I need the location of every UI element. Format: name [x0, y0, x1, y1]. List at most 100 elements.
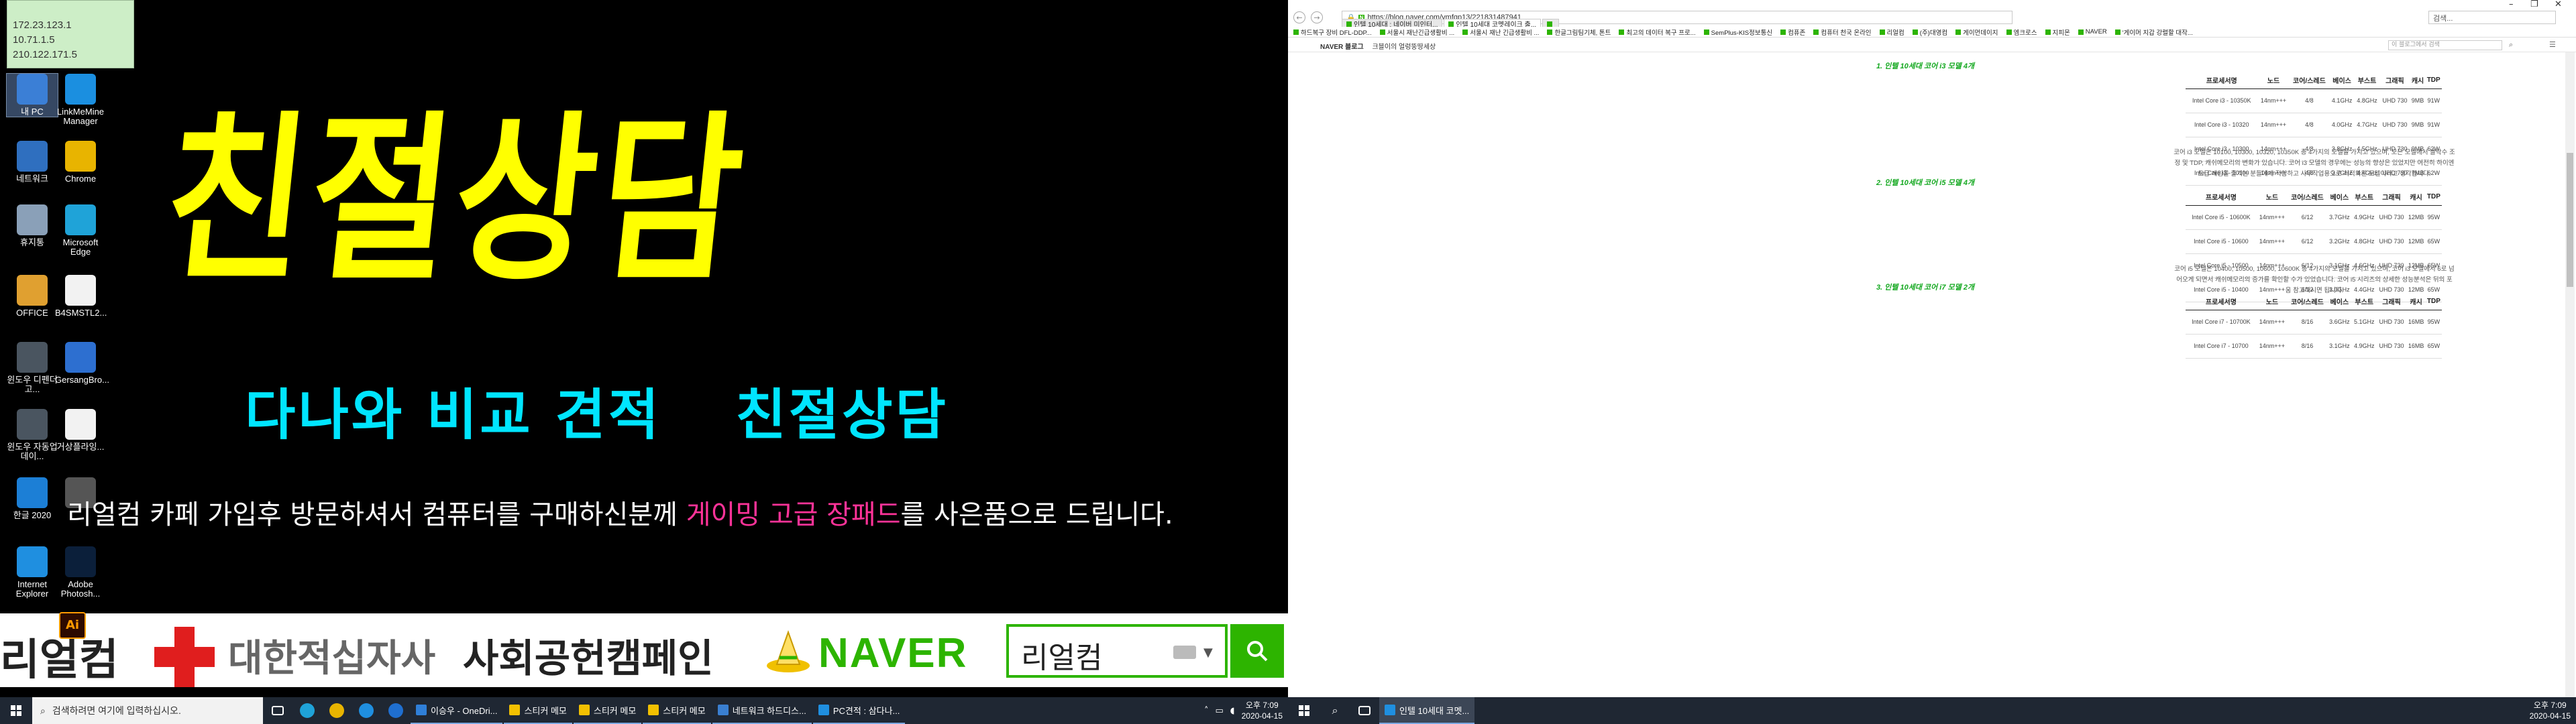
minimize-icon[interactable]: –	[2509, 0, 2514, 9]
table-cell: 16MB	[2406, 334, 2426, 359]
scrollbar-thumb[interactable]	[2567, 153, 2573, 287]
chrome-icon[interactable]	[322, 697, 352, 724]
dropdown-arrow-icon[interactable]: ▼	[1203, 646, 1213, 660]
blog-search-input[interactable]: 이 블로그에서 검색	[2388, 40, 2502, 50]
windows-icon	[11, 705, 21, 716]
desktop-icon[interactable]: 휴지통	[7, 204, 58, 247]
bookmark-item[interactable]: 지피몬	[2045, 27, 2070, 37]
red-cross-icon	[154, 627, 215, 687]
task-view-icon[interactable]	[263, 697, 292, 724]
naver-search-input[interactable]: 리얼컴 ▼	[1006, 624, 1228, 678]
bookmark-item[interactable]: 최고의 데이터 복구 프로...	[1619, 27, 1696, 37]
desktop-icon[interactable]: 윈도우 디펜더 고...	[7, 342, 58, 394]
chevron-up-icon[interactable]: ˄	[1204, 706, 1209, 716]
bookmark-item[interactable]: (주)대영컴	[1912, 27, 1947, 37]
desktop-icon[interactable]: 윈도우 자동업데이...	[7, 409, 58, 461]
bookmark-label: 서울시 재난긴급생활비 ...	[1387, 29, 1455, 37]
column-header: 캐시	[2406, 294, 2426, 310]
bookmark-item[interactable]: 한글그림팀기체, 톤트	[1547, 27, 1611, 37]
volume-icon[interactable]: ◖	[1230, 706, 1235, 716]
task-view-icon[interactable]	[1350, 697, 1379, 724]
scrollbar[interactable]	[2565, 52, 2575, 697]
clock[interactable]: 오후 7:09 2020-04-15	[2530, 700, 2571, 721]
taskbar-task[interactable]: 스티커 메모	[504, 697, 572, 724]
desktop-icon[interactable]: 거상플라잉...	[55, 409, 106, 452]
browser-search-input[interactable]: 검색...	[2428, 11, 2556, 24]
taskbar-search-placeholder: 검색하려면 여기에 입력하십시오.	[52, 705, 181, 716]
taskbar-search-input[interactable]: ⌕ 검색하려면 여기에 입력하십시오.	[32, 697, 263, 724]
bookmark-item[interactable]: 컴퓨존	[1780, 27, 1805, 37]
bookmark-favicon-icon	[2114, 29, 2121, 35]
taskbar-task[interactable]: 스티커 메모	[573, 697, 642, 724]
desktop-icon[interactable]: Internet Explorer	[7, 546, 58, 599]
bookmark-item[interactable]: 서울시 재난긴급생활비 ...	[1379, 27, 1455, 37]
bookmark-item[interactable]: 컴퓨터 천국 온라인	[1813, 27, 1872, 37]
naver-search-button[interactable]	[1230, 624, 1284, 678]
network-icon	[17, 141, 48, 172]
taskbar-task[interactable]: PC견적 : 삼다나...	[812, 697, 906, 724]
desktop-icon[interactable]: OFFICE	[7, 275, 58, 318]
keyboard-icon[interactable]	[1173, 646, 1196, 659]
blog-title[interactable]: 크블이의 얼렁뚱땅세상	[1372, 44, 1436, 51]
desktop-icon[interactable]: 내 PC	[6, 73, 58, 117]
clock[interactable]: 오후 7:09 2020-04-15	[1242, 700, 1283, 721]
illustrator-icon[interactable]: Ai	[59, 612, 86, 639]
table-cell: 14nm+++	[2256, 229, 2288, 254]
bookmark-item[interactable]: 엠크로스	[2006, 27, 2037, 37]
table-row: Intel Core i3 - 10320 14nm+++ 4/8 4.0GHz 4.7…	[2186, 113, 2442, 137]
column-header: 프로세서명	[2186, 294, 2257, 310]
back-icon[interactable]: ←	[1293, 11, 1305, 23]
search-icon[interactable]: ⌕	[2509, 40, 2513, 50]
blog-header: NAVER 블로그 크블이의 얼렁뚱땅세상 이 블로그에서 검색 ⌕ ☰	[1288, 39, 2576, 52]
taskbar-tasks: 이승우 - OneDri... 스티커 메모 스티커 메모 스티커 메모 네트워크 하드…	[411, 697, 906, 724]
taskbar-task-label: 스티커 메모	[593, 705, 637, 716]
desktop-icon-label: 윈도우 자동업데이...	[7, 442, 58, 461]
search-icon[interactable]: ⌕	[1320, 697, 1350, 724]
table-row: Intel Core i5 - 10600 14nm+++ 6/12 3.2GHz 4.…	[2186, 229, 2442, 254]
network-icon[interactable]: ▭	[1215, 706, 1223, 716]
section-heading: 2. 인텔 10세대 코어 i5 모델 4개	[1876, 179, 1975, 187]
bookmarks-bar: 하드복구 장비 DFL-DDP... 서울시 재난긴급생활비 ... 서울시 재난 …	[1288, 27, 2576, 38]
table-cell: 3.2GHz	[2326, 229, 2352, 254]
bookmark-item[interactable]: 리얼컴	[1879, 27, 1904, 37]
desktop-icon[interactable]: B4SMSTL2...	[55, 275, 107, 318]
close-icon[interactable]: ✕	[2555, 0, 2562, 9]
desktop-icon[interactable]: LinkMeMine Manager	[55, 74, 106, 126]
taskbar-task[interactable]: 스티커 메모	[643, 697, 711, 724]
table-cell: 95W	[2425, 205, 2442, 230]
bookmark-item[interactable]: NAVER	[2078, 28, 2107, 36]
bookmark-item[interactable]: 하드복구 장비 DFL-DDP...	[1293, 27, 1372, 37]
restore-icon[interactable]: ❐	[2530, 0, 2538, 9]
desktop-icon[interactable]: 네트워크	[7, 141, 58, 184]
taskbar-task-browser[interactable]: 인텔 10세대 코멧...	[1379, 697, 1475, 724]
table-cell: 12MB	[2406, 229, 2426, 254]
desktop-icon[interactable]: 한글 2020	[7, 477, 58, 520]
bookmark-item[interactable]: 게이먼데이지	[1955, 27, 1998, 37]
desktop-icon[interactable]: Chrome	[55, 141, 106, 184]
desktop-icon[interactable]: Adobe Photosh...	[55, 546, 106, 599]
app-icon	[818, 705, 829, 715]
bookmark-item[interactable]: '게이머 지갑 강렬할 대작...	[2114, 27, 2193, 37]
naver-blog-logo[interactable]: NAVER 블로그	[1320, 44, 1364, 51]
table-cell: 4.9GHz	[2351, 205, 2377, 230]
menu-icon[interactable]: ☰	[2549, 40, 2556, 49]
table-cell: 14nm+++	[2257, 88, 2290, 113]
taskbar-task[interactable]: 이승우 - OneDri...	[411, 697, 503, 724]
bookmark-favicon-icon	[1293, 29, 1299, 35]
forward-icon[interactable]: →	[1311, 11, 1323, 23]
bookmark-favicon-icon	[1912, 29, 1918, 35]
edge-new-icon[interactable]	[352, 697, 381, 724]
sticky-note-ip[interactable]: 172.23.123.1 10.71.1.5 210.122.171.5	[7, 0, 134, 68]
bookmark-item[interactable]: 서울시 재난 긴급생활비 ...	[1462, 27, 1539, 37]
ie-icon[interactable]	[381, 697, 411, 724]
edge-icon[interactable]	[292, 697, 322, 724]
desktop-icon[interactable]: Microsoft Edge	[55, 204, 106, 257]
desktop-icon[interactable]: GersangBro...	[55, 342, 109, 385]
start-button[interactable]	[1288, 697, 1320, 724]
naver-hat-icon	[767, 630, 810, 672]
bookmark-label: 최고의 데이터 복구 프로...	[1626, 29, 1696, 37]
start-button[interactable]	[0, 697, 32, 724]
bookmark-item[interactable]: SemPlus-KIS정보통신	[1703, 27, 1772, 37]
taskbar-task[interactable]: 네트워크 하드디스...	[712, 697, 812, 724]
system-tray: 오후 7:09 2020-04-15	[2530, 697, 2576, 724]
